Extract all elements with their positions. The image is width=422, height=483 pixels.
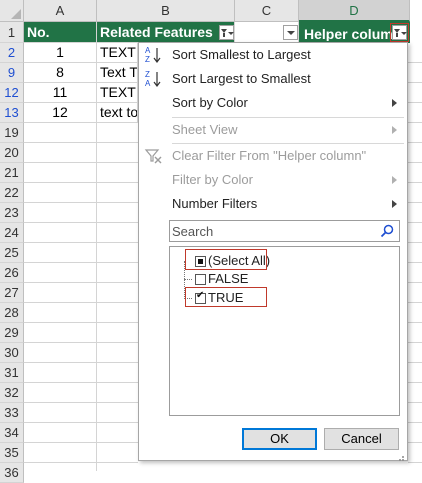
cell-no[interactable]: 8 bbox=[24, 63, 97, 83]
menu-item-sort-ascending[interactable]: A Z Sort Smallest to Largest bbox=[139, 43, 407, 67]
search-input[interactable] bbox=[172, 222, 372, 240]
clear-filter-label: Clear Filter From "Helper column" bbox=[172, 148, 367, 163]
sort-ascending-label: Sort Smallest to Largest bbox=[172, 47, 311, 62]
false-checkbox[interactable] bbox=[195, 274, 206, 285]
filter-values-list: (Select All) FALSE TRUE bbox=[169, 246, 400, 416]
row-header[interactable]: 31 bbox=[0, 363, 24, 383]
menu-item-sort-descending[interactable]: Z A Sort Largest to Smallest bbox=[139, 67, 407, 91]
svg-text:A: A bbox=[145, 79, 151, 88]
row-header[interactable]: 23 bbox=[0, 203, 24, 223]
sort-ascending-icon: A Z bbox=[144, 45, 164, 65]
cell-related-feature[interactable]: Text To bbox=[97, 63, 138, 83]
header-no-label: No. bbox=[27, 24, 50, 40]
highlight-box-filter-button bbox=[390, 23, 409, 42]
empty-grid-area-right bbox=[408, 43, 422, 471]
cell-no[interactable]: 11 bbox=[24, 83, 97, 103]
row-header[interactable]: 20 bbox=[0, 143, 24, 163]
sort-descending-label: Sort Largest to Smallest bbox=[172, 71, 311, 86]
cancel-button[interactable]: Cancel bbox=[324, 428, 399, 450]
row-header[interactable]: 27 bbox=[0, 283, 24, 303]
svg-text:A: A bbox=[145, 46, 151, 55]
menu-item-sheet-view[interactable]: Sheet View bbox=[139, 118, 407, 142]
column-header-d[interactable]: D bbox=[299, 0, 410, 22]
row-header[interactable]: 33 bbox=[0, 403, 24, 423]
chevron-right-icon bbox=[392, 126, 397, 134]
menu-item-clear-filter[interactable]: Clear Filter From "Helper column" bbox=[139, 144, 407, 168]
menu-item-number-filters[interactable]: Number Filters bbox=[139, 192, 407, 216]
ok-button[interactable]: OK bbox=[242, 428, 317, 450]
cell-related-feature[interactable]: TEXT T bbox=[97, 43, 138, 63]
chevron-down-icon bbox=[287, 31, 295, 35]
empty-grid-area bbox=[24, 123, 138, 471]
row-header[interactable]: 13 bbox=[0, 103, 24, 123]
row-header[interactable]: 30 bbox=[0, 343, 24, 363]
search-icon bbox=[380, 224, 394, 238]
cell-related-feature[interactable]: TEXT T bbox=[97, 83, 138, 103]
chevron-right-icon bbox=[392, 176, 397, 184]
row-header[interactable]: 12 bbox=[0, 83, 24, 103]
resize-grip-icon[interactable] bbox=[397, 450, 405, 461]
row-header[interactable]: 22 bbox=[0, 183, 24, 203]
header-cell-related-features[interactable]: Related Features bbox=[97, 22, 235, 43]
row-header[interactable]: 2 bbox=[0, 43, 24, 63]
chevron-right-icon bbox=[392, 200, 397, 208]
row-header[interactable]: 24 bbox=[0, 223, 24, 243]
filter-by-color-label: Filter by Color bbox=[172, 172, 253, 187]
sort-descending-icon: Z A bbox=[144, 69, 164, 89]
filter-button-c[interactable] bbox=[283, 25, 298, 40]
clear-filter-icon bbox=[144, 146, 164, 166]
column-header-c[interactable]: C bbox=[235, 0, 299, 22]
header-helper-column-label: Helper column bbox=[304, 26, 402, 42]
cell-no[interactable]: 12 bbox=[24, 103, 97, 123]
row-header[interactable]: 9 bbox=[0, 63, 24, 83]
row-header[interactable]: 19 bbox=[0, 123, 24, 143]
select-all-corner[interactable] bbox=[0, 0, 24, 22]
row-header[interactable]: 34 bbox=[0, 423, 24, 443]
row-header[interactable]: 26 bbox=[0, 263, 24, 283]
row-header[interactable]: 32 bbox=[0, 383, 24, 403]
svg-text:Z: Z bbox=[145, 70, 150, 79]
column-header-a[interactable]: A bbox=[24, 0, 97, 22]
menu-item-filter-by-color[interactable]: Filter by Color bbox=[139, 168, 407, 192]
row-header[interactable]: 35 bbox=[0, 443, 24, 463]
header-cell-no[interactable]: No. bbox=[24, 22, 97, 43]
header-related-features-label: Related Features bbox=[100, 24, 213, 40]
svg-text:Z: Z bbox=[145, 55, 150, 64]
false-label: FALSE bbox=[208, 271, 249, 286]
chevron-right-icon bbox=[392, 99, 397, 107]
filter-button-related-features[interactable] bbox=[219, 25, 234, 40]
row-header[interactable]: 29 bbox=[0, 323, 24, 343]
row-header[interactable]: 1 bbox=[0, 22, 24, 43]
row-header[interactable]: 28 bbox=[0, 303, 24, 323]
cell-related-feature[interactable]: text to bbox=[97, 103, 138, 123]
sort-by-color-label: Sort by Color bbox=[172, 95, 248, 110]
sheet-view-label: Sheet View bbox=[172, 122, 238, 137]
column-header-b[interactable]: B bbox=[97, 0, 235, 22]
menu-item-sort-by-color[interactable]: Sort by Color bbox=[139, 91, 407, 115]
cell-no[interactable]: 1 bbox=[24, 43, 97, 63]
row-header[interactable]: 21 bbox=[0, 163, 24, 183]
highlight-box-select-all bbox=[185, 249, 267, 270]
row-header[interactable]: 25 bbox=[0, 243, 24, 263]
autofilter-menu: A Z Sort Smallest to Largest Z A Sort La… bbox=[138, 42, 408, 461]
row-header[interactable]: 36 bbox=[0, 463, 24, 483]
number-filters-label: Number Filters bbox=[172, 196, 258, 211]
filter-search-box[interactable] bbox=[169, 220, 400, 242]
highlight-box-true bbox=[185, 287, 267, 307]
